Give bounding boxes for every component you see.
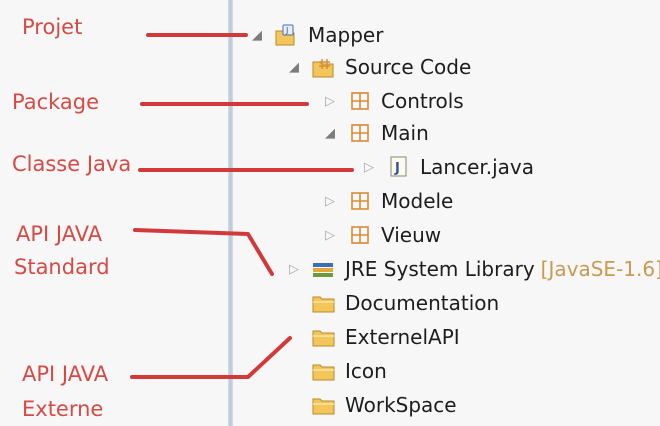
tree-label-folder-documentation: Documentation — [345, 291, 500, 315]
tree-node-folder-documentation[interactable]: Documentation — [311, 288, 499, 318]
tree-label-class-lancer: Lancer.java — [420, 155, 535, 179]
tree-node-package-main[interactable]: ◢ Main — [319, 118, 429, 148]
expanded-arrow-icon[interactable]: ◢ — [319, 126, 341, 141]
tree-label-project: Mapper — [308, 23, 384, 47]
tree-label-jre-version: [JavaSE-1.6] — [540, 257, 660, 281]
tree-label-package-vieuw: Vieuw — [381, 223, 442, 247]
tree-node-jre-library[interactable]: ▷ JRE System Library [JavaSE-1.6] — [283, 254, 660, 284]
package-icon — [347, 223, 373, 247]
folder-icon — [311, 291, 337, 315]
collapsed-arrow-icon[interactable]: ▷ — [319, 228, 341, 243]
connector-api-standard — [133, 228, 274, 276]
collapsed-arrow-icon[interactable]: ▷ — [283, 262, 305, 277]
tree-node-source-code[interactable]: ◢ Source Code — [283, 52, 471, 82]
package-icon — [347, 189, 373, 213]
svg-text:J: J — [285, 26, 288, 35]
expanded-arrow-icon[interactable]: ◢ — [246, 28, 268, 43]
tree-node-package-modele[interactable]: ▷ Modele — [319, 186, 453, 216]
tree-node-project[interactable]: ◢ J Mapper — [246, 20, 383, 50]
collapsed-arrow-icon[interactable]: ▷ — [319, 194, 341, 209]
java-project-icon: J — [274, 23, 300, 47]
java-file-icon: J — [386, 155, 412, 179]
tree-node-folder-externelapi[interactable]: ExternelAPI — [311, 322, 460, 352]
source-folder-icon — [311, 55, 337, 79]
tree-node-package-vieuw[interactable]: ▷ Vieuw — [319, 220, 441, 250]
folder-icon — [311, 393, 337, 417]
collapsed-arrow-icon[interactable]: ▷ — [319, 94, 341, 109]
tree-node-folder-icon[interactable]: Icon — [311, 356, 387, 386]
tree-node-folder-workspace[interactable]: WorkSpace — [311, 390, 457, 420]
tree-label-package-main: Main — [381, 121, 429, 145]
tree-label-source-code: Source Code — [345, 55, 472, 79]
folder-icon — [311, 325, 337, 349]
tree-label-folder-externelapi: ExternelAPI — [345, 325, 460, 349]
tree-label-folder-icon: Icon — [345, 359, 387, 383]
folder-icon — [311, 359, 337, 383]
package-icon — [347, 121, 373, 145]
tree-node-package-controls[interactable]: ▷ Controls — [319, 86, 464, 116]
project-tree-diagram: Projet Package Classe Java API JAVA Stan… — [0, 0, 660, 426]
svg-text:J: J — [394, 161, 400, 176]
tree-label-jre-library: JRE System Library — [345, 257, 535, 281]
tree-label-package-modele: Modele — [381, 189, 454, 213]
library-icon — [311, 257, 337, 281]
tree-label-folder-workspace: WorkSpace — [345, 393, 457, 417]
expanded-arrow-icon[interactable]: ◢ — [283, 60, 305, 75]
connector-api-externe — [130, 336, 292, 379]
tree-label-package-controls: Controls — [381, 89, 464, 113]
tree-node-class-lancer[interactable]: ▷ J Lancer.java — [358, 152, 534, 182]
collapsed-arrow-icon[interactable]: ▷ — [358, 160, 380, 175]
package-icon — [347, 89, 373, 113]
